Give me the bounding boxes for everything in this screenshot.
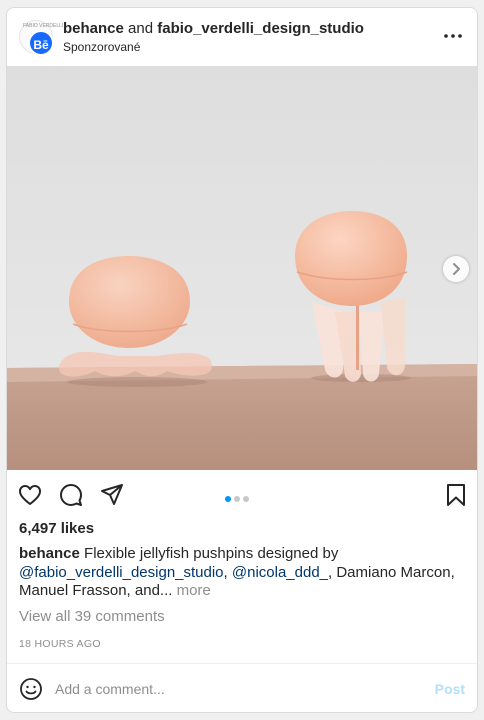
mention-link[interactable]: @fabio_verdelli_design_studio xyxy=(19,564,224,581)
caption-username[interactable]: behance xyxy=(19,545,80,562)
behance-logo: Bē xyxy=(28,30,54,56)
sponsored-label: Sponzorované xyxy=(63,40,141,54)
title-joiner: and xyxy=(128,20,154,37)
heart-icon[interactable] xyxy=(17,482,43,508)
send-icon[interactable] xyxy=(99,482,125,508)
post-caption: behance Flexible jellyfish pushpins desi… xyxy=(19,545,469,601)
chevron-right-icon xyxy=(453,263,460,275)
account-primary-link[interactable]: behance xyxy=(63,20,124,37)
view-comments-link[interactable]: View all 39 comments xyxy=(19,608,165,625)
avatar-small-text: FABIO VERDELLI xyxy=(23,23,64,29)
comment-icon[interactable] xyxy=(58,482,84,508)
action-bar xyxy=(7,478,477,510)
post-image[interactable] xyxy=(7,66,477,470)
post-card: FABIO VERDELLI Bē behance and fabio_verd… xyxy=(6,7,478,713)
carousel-indicator xyxy=(225,489,252,502)
more-options-icon[interactable] xyxy=(441,26,465,46)
likes-count[interactable]: 6,497 likes xyxy=(19,520,94,537)
caption-separator: , xyxy=(223,563,232,581)
comment-bar: Post xyxy=(7,664,477,712)
bookmark-icon[interactable] xyxy=(443,482,469,508)
post-header: FABIO VERDELLI Bē behance and fabio_verd… xyxy=(7,8,477,66)
emoji-icon[interactable] xyxy=(19,677,43,701)
carousel-dot xyxy=(234,496,240,502)
account-secondary-link[interactable]: fabio_verdelli_design_studio xyxy=(157,20,364,37)
carousel-dot xyxy=(243,496,249,502)
carousel-dot-active xyxy=(225,496,231,502)
avatar[interactable]: FABIO VERDELLI Bē xyxy=(19,20,63,56)
comment-input[interactable] xyxy=(55,678,415,700)
next-slide-button[interactable] xyxy=(443,256,469,282)
more-link[interactable]: more xyxy=(177,582,211,599)
caption-text: Flexible jellyfish pushpins designed by xyxy=(79,545,339,562)
post-comment-button[interactable]: Post xyxy=(435,681,465,697)
post-timestamp: 18 HOURS AGO xyxy=(19,638,101,650)
mention-link[interactable]: @nicola_ddd_ xyxy=(232,564,328,581)
post-title: behance and fabio_verdelli_design_studio xyxy=(63,19,364,39)
